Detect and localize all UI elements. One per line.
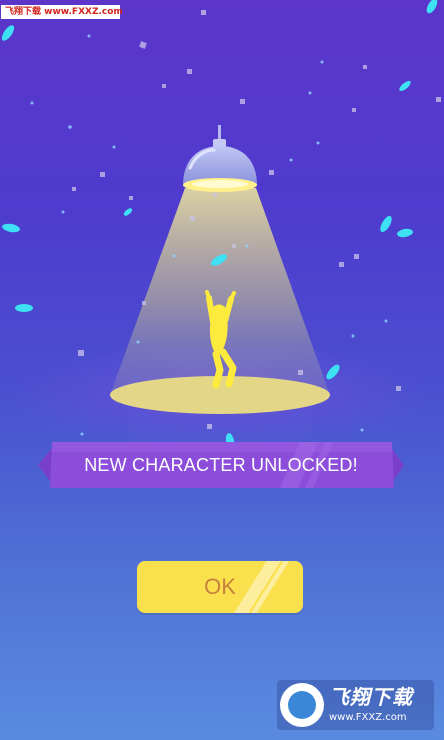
site-logo-icon [280, 683, 324, 727]
ok-button[interactable]: OK [137, 561, 303, 613]
watermark-bottom-url: www.FXXZ.com [329, 712, 407, 723]
spotlight-scene [1, 0, 441, 489]
lamp-cap [213, 139, 226, 147]
watermark-bottom: 飞翔下载 www.FXXZ.com [277, 680, 434, 730]
unlock-banner: NEW CHARACTER UNLOCKED! [38, 441, 404, 489]
unlock-screen: 飞翔下载 www.FXXZ.com NEW CHARACTER UNLOCKED… [0, 0, 444, 740]
ok-label: OK [204, 574, 236, 599]
banner-text: NEW CHARACTER UNLOCKED! [84, 455, 358, 475]
watermark-bottom-title: 飞翔下载 [329, 685, 413, 709]
watermark-top-text: 飞翔下载 www.FXXZ.com [5, 7, 123, 17]
watermark-top: 飞翔下载 www.FXXZ.com [1, 5, 123, 19]
